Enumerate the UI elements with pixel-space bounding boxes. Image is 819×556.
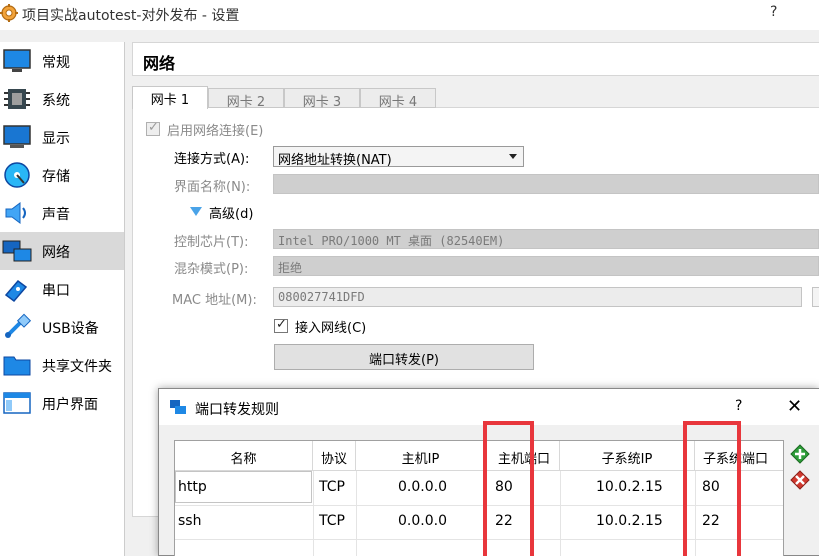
sidebar-item-label: 共享文件夹: [42, 359, 112, 375]
sidebar-item-network[interactable]: 网络: [0, 232, 124, 270]
rule-guest-ip-cell[interactable]: 10.0.2.15: [596, 513, 663, 529]
column-header[interactable]: 协议: [313, 441, 356, 471]
rule-protocol-cell[interactable]: TCP: [319, 479, 345, 495]
panel-header: 网络: [132, 42, 819, 76]
dialog-help-button[interactable]: ?: [735, 398, 742, 414]
add-rule-icon[interactable]: [789, 443, 811, 465]
port-forwarding-button[interactable]: 端口转发(P): [274, 344, 534, 370]
dialog-title: 端口转发规则: [195, 402, 279, 418]
sidebar-item-label: 显示: [42, 131, 70, 147]
column-divider: [356, 471, 357, 556]
interface-name-label: 界面名称(N):: [174, 180, 251, 195]
network-icon: [170, 400, 186, 414]
promiscuous-label: 混杂模式(P):: [174, 262, 249, 277]
column-header[interactable]: 子系统IP: [560, 441, 695, 471]
check-icon: ✓: [276, 317, 287, 332]
network-icon: [2, 240, 32, 262]
attach-mode-select[interactable]: 网络地址转换(NAT): [273, 146, 524, 168]
column-header[interactable]: 名称: [175, 441, 313, 471]
column-header[interactable]: 主机IP: [356, 441, 486, 471]
window-ui-icon: [3, 392, 31, 414]
sidebar-item-label: 常规: [42, 55, 70, 71]
rule-protocol-cell[interactable]: TCP: [319, 513, 345, 529]
sidebar-item-display[interactable]: 显示: [0, 118, 124, 156]
window-title: 项目实战autotest-对外发布 - 设置: [22, 8, 240, 24]
tab-adapter-4[interactable]: 网卡 4: [360, 88, 436, 110]
triangle-down-icon[interactable]: [190, 207, 202, 217]
sidebar-item-usb[interactable]: USB设备: [0, 308, 124, 346]
guest-port-highlight: [683, 421, 741, 556]
mac-address-field[interactable]: 080027741DFD: [273, 287, 802, 307]
cable-connected-label: 接入网线(C): [295, 321, 367, 336]
sidebar-item-serial[interactable]: 串口: [0, 270, 124, 308]
speaker-icon: [5, 202, 26, 224]
interface-name-field[interactable]: [273, 174, 819, 194]
sidebar-item-label: 声音: [42, 207, 70, 223]
mac-address-label: MAC 地址(M):: [172, 293, 257, 308]
rule-name-cell[interactable]: ssh: [178, 513, 201, 529]
display-icon: [3, 125, 31, 148]
rule-guest-ip-cell[interactable]: 10.0.2.15: [596, 479, 663, 495]
attach-mode-label: 连接方式(A):: [174, 152, 250, 167]
column-divider: [560, 471, 561, 556]
attach-mode-value: 网络地址转换(NAT): [278, 153, 392, 168]
gear-app-icon: [0, 4, 18, 22]
rule-host-ip-cell[interactable]: 0.0.0.0: [398, 479, 447, 495]
chevron-down-icon: [509, 154, 517, 159]
sidebar-item-general[interactable]: 常规: [0, 42, 124, 80]
monitor-icon: [3, 49, 31, 72]
chip-icon: [4, 89, 30, 109]
adapter-type-label: 控制芯片(T):: [174, 235, 249, 250]
sidebar-item-audio[interactable]: 声音: [0, 194, 124, 232]
enable-adapter-checkbox[interactable]: ✓: [146, 120, 160, 136]
window-titlebar: 项目实战autotest-对外发布 - 设置 ?: [0, 0, 819, 30]
sidebar-item-label: 网络: [42, 245, 70, 261]
enable-adapter-label: 启用网络连接(E): [167, 124, 264, 139]
tab-adapter-2[interactable]: 网卡 2: [208, 88, 284, 110]
sidebar-item-shared-folders[interactable]: 共享文件夹: [0, 346, 124, 384]
rule-host-ip-cell[interactable]: 0.0.0.0: [398, 513, 447, 529]
sidebar-item-label: 用户界面: [42, 397, 98, 413]
sidebar-item-storage[interactable]: 存储: [0, 156, 124, 194]
page-title: 网络: [143, 54, 176, 73]
help-button[interactable]: ?: [770, 4, 777, 20]
serial-port-icon: [4, 279, 28, 303]
advanced-toggle[interactable]: 高级(d): [209, 203, 253, 222]
sidebar-item-label: 存储: [42, 169, 70, 185]
folder-icon: [3, 356, 31, 376]
tab-adapter-3[interactable]: 网卡 3: [284, 88, 360, 110]
cable-connected-checkbox[interactable]: ✓: [274, 317, 288, 333]
disk-icon: [4, 162, 30, 188]
adapter-type-select[interactable]: Intel PRO/1000 MT 桌面 (82540EM): [273, 229, 819, 249]
tab-adapter-1[interactable]: 网卡 1: [132, 86, 208, 109]
sidebar-item-label: 系统: [42, 93, 70, 109]
rule-name-cell[interactable]: http: [178, 479, 207, 495]
remove-rule-icon[interactable]: [789, 469, 811, 491]
promiscuous-select[interactable]: 拒绝: [273, 256, 819, 276]
dialog-titlebar: 端口转发规则 ? ✕: [159, 389, 819, 425]
settings-sidebar: 常规 系统 显示 存储 声音 网络 串口 USB设备 共享文件夹 用户界面: [0, 42, 125, 556]
host-port-highlight: [483, 421, 534, 556]
sidebar-item-user-interface[interactable]: 用户界面: [0, 384, 124, 422]
sidebar-item-label: 串口: [42, 283, 70, 299]
check-icon: ✓: [148, 120, 159, 135]
sidebar-item-system[interactable]: 系统: [0, 80, 124, 118]
close-icon[interactable]: ✕: [787, 396, 802, 417]
refresh-mac-button[interactable]: [812, 287, 819, 307]
usb-icon: [5, 313, 32, 338]
adapter-tabs: 网卡 1 网卡 2 网卡 3 网卡 4: [132, 86, 819, 110]
column-divider: [313, 471, 314, 556]
sidebar-item-label: USB设备: [42, 321, 99, 337]
